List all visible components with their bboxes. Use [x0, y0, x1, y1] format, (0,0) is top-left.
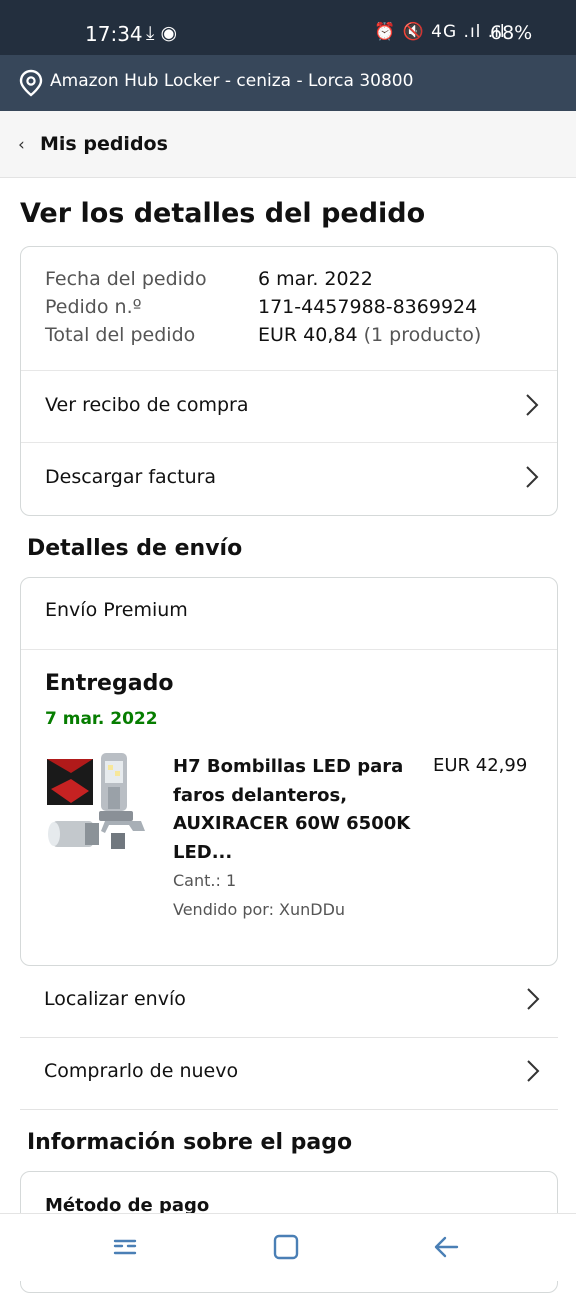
back-to-orders[interactable]: ‹ Mis pedidos [0, 111, 576, 178]
battery-level: 68% [490, 22, 533, 44]
order-total-value: EUR 40,84 (1 producto) [258, 324, 481, 346]
back-arrow-icon[interactable] [432, 1232, 462, 1262]
order-date-label: Fecha del pedido [45, 268, 207, 290]
back-label: Mis pedidos [40, 133, 168, 155]
product-seller: Vendido por: XunDDu [173, 900, 346, 919]
order-number-value: 171-4457988-8369924 [258, 296, 478, 318]
home-icon[interactable] [271, 1232, 301, 1262]
order-summary-card: Fecha del pedido 6 mar. 2022 Pedido n.º … [20, 246, 558, 516]
shipping-section-title: Detalles de envío [27, 536, 243, 561]
view-receipt-row[interactable]: Ver recibo de compra [21, 370, 557, 443]
buy-again-label: Comprarlo de nuevo [44, 1060, 239, 1082]
download-invoice-row[interactable]: Descargar factura [21, 442, 557, 515]
chevron-right-icon [527, 988, 540, 1010]
chevron-left-icon: ‹ [18, 135, 25, 155]
status-bar: 17:34 ⤓ ◉ ⏰ 🔇 4G .ıl .ıl 68% [0, 0, 576, 55]
delivery-location-text: Amazon Hub Locker - ceniza - Lorca 30800 [50, 71, 414, 91]
system-nav-bar [0, 1213, 576, 1281]
status-time: 17:34 [85, 22, 143, 46]
product-quantity: Cant.: 1 [173, 871, 237, 890]
download-invoice-label: Descargar factura [45, 466, 217, 488]
signal-icons: ⏰ 🔇 4G .ıl .ıl [374, 22, 506, 42]
view-receipt-label: Ver recibo de compra [45, 394, 249, 416]
product-title[interactable]: H7 Bombillas LED para faros delanteros, … [173, 753, 423, 867]
product-price: EUR 42,99 [433, 755, 528, 776]
chevron-right-icon [526, 466, 539, 488]
buy-again-row[interactable]: Comprarlo de nuevo [20, 1037, 558, 1110]
page-title: Ver los detalles del pedido [20, 198, 426, 229]
divider [21, 649, 557, 650]
shipping-method: Envío Premium [45, 599, 188, 621]
order-number-label: Pedido n.º [45, 296, 142, 318]
location-pin-icon [19, 69, 43, 97]
order-total-label: Total del pedido [45, 324, 196, 346]
shipment-card: Envío Premium Entregado 7 mar. 2022 H7 B… [20, 577, 558, 966]
order-total-amount: EUR 40,84 [258, 324, 358, 346]
product-image[interactable] [45, 751, 153, 857]
order-date-value: 6 mar. 2022 [258, 268, 373, 290]
chevron-right-icon [526, 394, 539, 416]
chevron-right-icon [527, 1060, 540, 1082]
delivery-location-bar[interactable]: Amazon Hub Locker - ceniza - Lorca 30800 [0, 55, 576, 111]
payment-section-title: Información sobre el pago [27, 1130, 353, 1155]
delivery-date: 7 mar. 2022 [45, 709, 158, 729]
delivery-status: Entregado [45, 671, 174, 696]
track-package-row[interactable]: Localizar envío [20, 965, 558, 1038]
track-package-label: Localizar envío [44, 988, 186, 1010]
recent-apps-icon[interactable] [110, 1232, 140, 1262]
order-item-count: (1 producto) [363, 324, 482, 346]
download-icon: ⤓ ◉ [146, 22, 178, 44]
